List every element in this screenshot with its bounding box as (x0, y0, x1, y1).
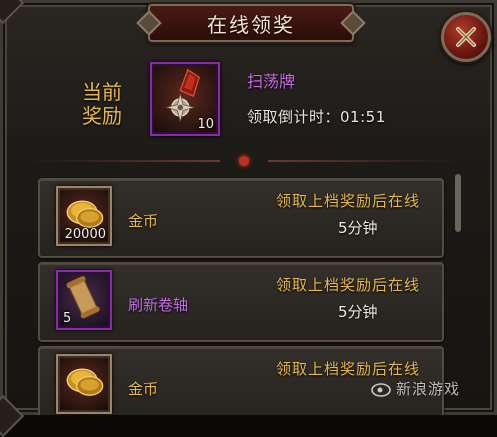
divider-line-right (268, 160, 458, 162)
reward-item-name: 金币 (128, 212, 159, 230)
current-reward-label: 当前 奖励 (72, 80, 132, 128)
section-divider (30, 156, 458, 166)
reward-item-slot[interactable] (56, 354, 112, 414)
reward-item-name: 刷新卷轴 (128, 296, 189, 314)
sina-logo-icon (371, 382, 391, 397)
item-count: 10 (197, 117, 214, 132)
gold-coins-icon (66, 368, 104, 396)
item-count: 20000 (64, 227, 106, 242)
item-count: 5 (63, 311, 72, 326)
watermark: 新浪游戏 (370, 378, 460, 399)
dialog-title: 在线领奖 (207, 12, 295, 37)
current-reward-label-line2: 奖励 (82, 104, 122, 128)
ruby-gem-icon (239, 156, 249, 166)
countdown-label: 领取倒计时： (247, 108, 341, 126)
current-reward-label-line1: 当前 (82, 80, 122, 104)
countdown-value: 01:51 (340, 108, 386, 126)
current-reward-item-slot[interactable]: 10 (150, 62, 220, 136)
reward-item-slot[interactable]: 20000 (56, 186, 112, 246)
reward-item-name: 金币 (128, 380, 159, 398)
close-icon (456, 27, 476, 47)
reward-row: 20000 金币 领取上档奖励后在线 5分钟 (38, 178, 444, 258)
list-scrollbar[interactable] (455, 174, 461, 232)
reward-condition: 领取上档奖励后在线 (276, 360, 421, 378)
watermark-text: 新浪游戏 (396, 380, 461, 398)
reward-condition: 领取上档奖励后在线 (276, 276, 421, 294)
reward-condition: 领取上档奖励后在线 (276, 192, 421, 210)
countdown-text: 领取倒计时：01:51 (247, 106, 386, 127)
close-button[interactable] (441, 12, 491, 62)
title-plate: 在线领奖 (148, 4, 354, 42)
reward-duration: 5分钟 (338, 219, 378, 237)
divider-line-left (30, 160, 220, 162)
reward-item-slot[interactable]: 5 (56, 270, 112, 330)
current-reward-item-name: 扫荡牌 (247, 72, 296, 91)
reward-duration: 5分钟 (338, 303, 378, 321)
reward-row: 5 刷新卷轴 领取上档奖励后在线 5分钟 (38, 262, 444, 342)
